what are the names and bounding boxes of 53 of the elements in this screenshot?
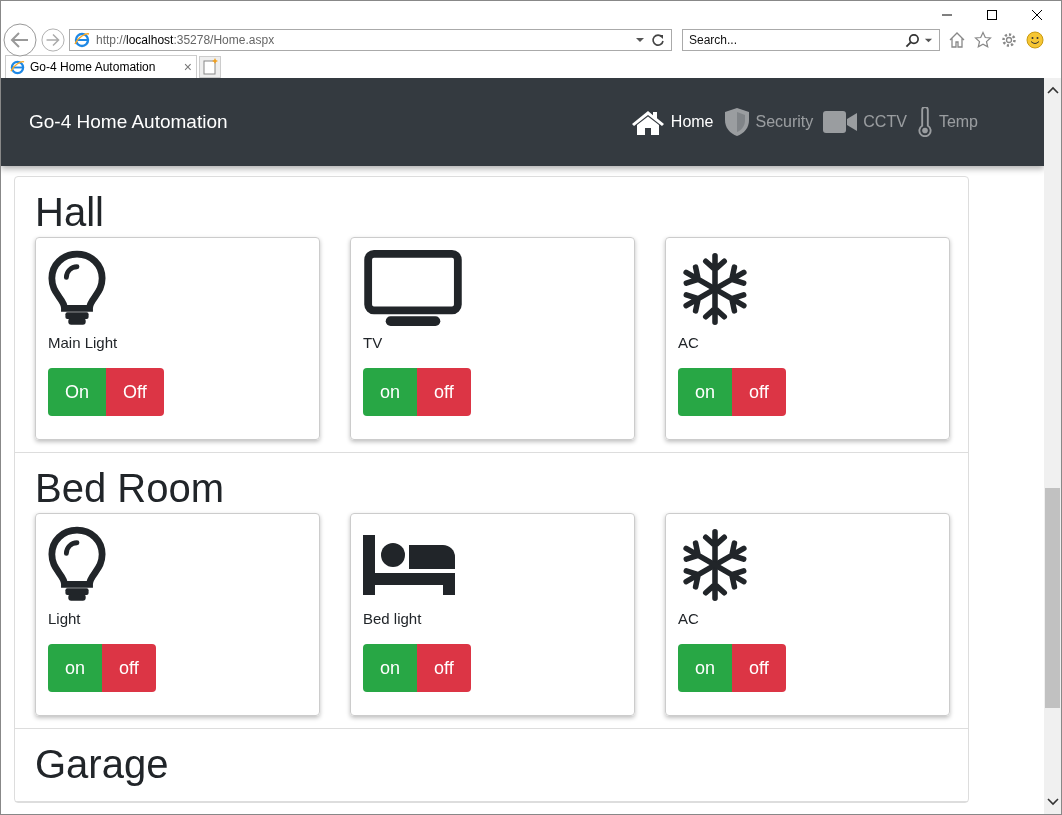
- star-icon[interactable]: [974, 31, 992, 49]
- nav-link[interactable]: Temp: [916, 107, 978, 137]
- house-icon: [630, 108, 665, 136]
- nav-link[interactable]: CCTV: [823, 110, 907, 134]
- settings-icon[interactable]: [1000, 31, 1018, 49]
- off-button[interactable]: off: [732, 368, 786, 416]
- device-label: AC: [678, 610, 699, 627]
- home-icon[interactable]: [948, 31, 966, 49]
- on-button[interactable]: on: [363, 368, 418, 416]
- tab-title: Go-4 Home Automation: [30, 60, 157, 74]
- device-label: Light: [48, 610, 81, 627]
- nav-link[interactable]: Home: [630, 108, 714, 136]
- browser-tab[interactable]: Go-4 Home Automation ×: [5, 55, 197, 78]
- scroll-down-icon[interactable]: [1046, 798, 1059, 806]
- video-camera-icon: [823, 110, 858, 134]
- browser-logo-icon: [74, 32, 90, 48]
- on-button[interactable]: on: [678, 368, 733, 416]
- on-button[interactable]: on: [363, 644, 418, 692]
- thermometer-icon: [916, 107, 933, 137]
- light-bulb-icon: [48, 250, 106, 328]
- smiley-icon[interactable]: [1026, 31, 1044, 49]
- room-heading: Bed Room: [35, 465, 225, 512]
- device-label: Bed light: [363, 610, 422, 627]
- device-label: Main Light: [48, 334, 118, 351]
- close-icon[interactable]: [1031, 9, 1043, 21]
- on-button[interactable]: On: [48, 368, 106, 416]
- device-label: TV: [363, 334, 383, 351]
- device-label: AC: [678, 334, 699, 351]
- on-button[interactable]: on: [678, 644, 733, 692]
- tv-icon: [363, 250, 463, 328]
- off-button[interactable]: off: [102, 644, 156, 692]
- tab-close-button[interactable]: ×: [183, 59, 192, 75]
- off-button[interactable]: off: [732, 644, 786, 692]
- address-bar[interactable]: http://localhost:35278/Home.aspx: [69, 29, 672, 51]
- brand-title[interactable]: Go-4 Home Automation: [29, 111, 228, 133]
- maximize-icon[interactable]: [986, 9, 998, 21]
- scroll-up-icon[interactable]: [1046, 86, 1059, 94]
- back-icon[interactable]: [3, 23, 37, 57]
- room-heading: Hall: [35, 189, 105, 236]
- nav-link[interactable]: Security: [723, 107, 814, 137]
- light-bulb-icon: [48, 526, 106, 604]
- url-text: http://localhost:35278/Home.aspx: [96, 33, 276, 47]
- search-bar[interactable]: Search...: [682, 29, 940, 51]
- shield-icon: [723, 107, 750, 137]
- browser-logo-icon: [10, 59, 25, 75]
- search-icon[interactable]: [905, 32, 920, 48]
- dropdown-icon[interactable]: [635, 35, 645, 45]
- off-button[interactable]: off: [417, 368, 471, 416]
- refresh-icon[interactable]: [651, 33, 665, 47]
- off-button[interactable]: off: [417, 644, 471, 692]
- off-button[interactable]: Off: [106, 368, 164, 416]
- on-button[interactable]: on: [48, 644, 103, 692]
- room-heading: Garage: [35, 741, 170, 788]
